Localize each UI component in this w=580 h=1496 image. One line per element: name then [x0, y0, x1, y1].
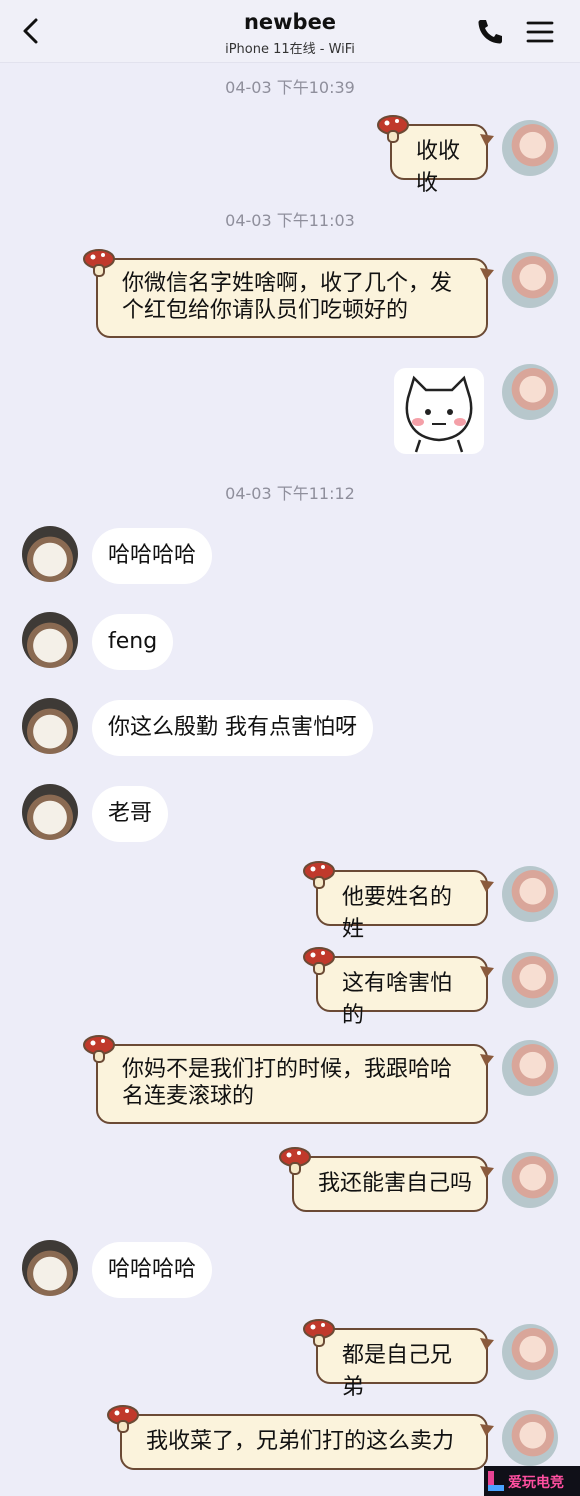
mushroom-decoration-icon	[377, 115, 409, 143]
my-avatar[interactable]	[502, 1040, 558, 1096]
message-text-line: 你微信名字姓啥啊，收了几个，发	[122, 271, 453, 296]
my-avatar[interactable]	[502, 1410, 558, 1466]
received-message-bubble[interactable]: 哈哈哈哈	[92, 1242, 213, 1298]
message-text-line: 名连麦滚球的	[122, 1084, 255, 1109]
sent-message-bubble[interactable]: 你妈不是我们打的时候，我跟哈哈 名连麦滚球的	[83, 1035, 494, 1124]
watermark-logo: 爱玩电竞	[484, 1466, 580, 1496]
contact-avatar[interactable]	[22, 526, 78, 582]
received-message-bubble[interactable]: feng	[92, 614, 174, 670]
my-avatar[interactable]	[502, 866, 558, 922]
message-text: 他要姓名的姓	[342, 885, 453, 942]
sent-message-bubble[interactable]: 我收菜了，兄弟们打的这么卖力	[107, 1405, 494, 1470]
message-text-line: 你妈不是我们打的时候，我跟哈哈	[122, 1057, 453, 1082]
sticker-image[interactable]	[394, 368, 484, 454]
mushroom-decoration-icon	[83, 249, 115, 277]
sent-message-bubble[interactable]: 你微信名字姓啥啊，收了几个，发 个红包给你请队员们吃顿好的	[83, 249, 494, 338]
message-text-line: 个红包给你请队员们吃顿好的	[122, 298, 409, 323]
message-text: 哈哈哈哈	[108, 1257, 197, 1282]
contact-avatar[interactable]	[22, 784, 78, 840]
message-text: 收收收	[416, 139, 461, 196]
bubble-tail-icon	[480, 880, 494, 892]
message-text: 你这么殷勤 我有点害怕呀	[108, 715, 357, 740]
contact-avatar[interactable]	[22, 698, 78, 754]
contact-avatar[interactable]	[22, 612, 78, 668]
sent-message-bubble[interactable]: 收收收	[377, 115, 494, 196]
message-text: 都是自己兄弟	[342, 1343, 453, 1400]
contact-avatar[interactable]	[22, 1240, 78, 1296]
message-text: 我收菜了，兄弟们打的这么卖力	[146, 1429, 455, 1454]
my-avatar[interactable]	[502, 952, 558, 1008]
message-text: 哈哈哈哈	[108, 543, 197, 568]
sent-message-bubble[interactable]: 这有啥害怕的	[303, 947, 494, 1028]
mushroom-decoration-icon	[83, 1035, 115, 1063]
message-text: 老哥	[108, 801, 153, 826]
message-text: 我还能害自己吗	[318, 1171, 473, 1196]
sent-message-bubble[interactable]: 都是自己兄弟	[303, 1319, 494, 1400]
watermark-text: 爱玩电竞	[508, 1475, 564, 1491]
bubble-tail-icon	[480, 1054, 494, 1066]
my-avatar[interactable]	[502, 252, 558, 308]
bubble-tail-icon	[480, 966, 494, 978]
cartoon-cat-sticker-icon	[405, 375, 473, 453]
logo-mark-icon	[488, 1471, 504, 1491]
sent-message-bubble[interactable]: 我还能害自己吗	[279, 1147, 494, 1212]
received-message-bubble[interactable]: 老哥	[92, 786, 169, 842]
message-text: 这有啥害怕的	[342, 971, 453, 1028]
chat-header: newbee iPhone 11在线 - WiFi	[0, 0, 580, 63]
bubble-tail-icon	[480, 1424, 494, 1436]
bubble-tail-icon	[480, 134, 494, 146]
message-text: feng	[108, 629, 158, 654]
my-avatar[interactable]	[502, 120, 558, 176]
sent-message-bubble[interactable]: 他要姓名的姓	[303, 861, 494, 942]
my-avatar[interactable]	[502, 1324, 558, 1380]
timestamp: 04-03 下午11:03	[225, 211, 355, 230]
timestamp: 04-03 下午10:39	[225, 78, 355, 97]
mushroom-decoration-icon	[303, 947, 335, 975]
mushroom-decoration-icon	[303, 1319, 335, 1347]
mushroom-decoration-icon	[279, 1147, 311, 1175]
menu-icon[interactable]	[524, 16, 556, 48]
my-avatar[interactable]	[502, 1152, 558, 1208]
mushroom-decoration-icon	[303, 861, 335, 889]
received-message-bubble[interactable]: 哈哈哈哈	[92, 528, 213, 584]
my-avatar[interactable]	[502, 364, 558, 420]
phone-icon[interactable]	[474, 16, 506, 48]
bubble-tail-icon	[480, 268, 494, 280]
received-message-bubble[interactable]: 你这么殷勤 我有点害怕呀	[92, 700, 373, 756]
timestamp: 04-03 下午11:12	[225, 484, 355, 503]
bubble-tail-icon	[480, 1166, 494, 1178]
bubble-tail-icon	[480, 1338, 494, 1350]
mushroom-decoration-icon	[107, 1405, 139, 1433]
